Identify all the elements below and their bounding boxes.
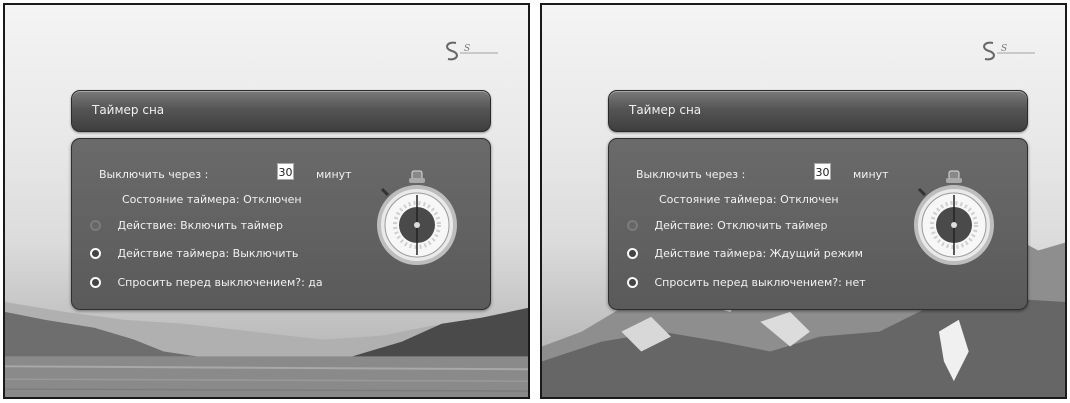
time-unit: минут: [316, 168, 352, 181]
radio-icon: [90, 276, 101, 288]
option-ask-before-shutdown[interactable]: Спросить перед выключением?: нет: [627, 276, 866, 289]
radio-icon: [627, 219, 638, 231]
screen-right: S Таймер сна Выключить через : 30 минут …: [540, 3, 1067, 399]
header-title: Таймер сна: [92, 103, 165, 117]
option-label: Спросить перед выключением?: нет: [654, 276, 866, 289]
option-label: Действие: Включить таймер: [117, 219, 283, 232]
option-label: Действие: Отключить таймер: [654, 219, 828, 232]
header-bar: Таймер сна: [608, 90, 1028, 132]
time-unit: минут: [853, 168, 889, 181]
option-label: Действие таймера: Ждущий режим: [654, 247, 863, 260]
s-logo: S: [446, 41, 498, 61]
state-label: Состояние таймера:: [659, 193, 777, 206]
screen-left: S Таймер сна Выключить через : 30 минут …: [3, 3, 530, 399]
time-input[interactable]: 30: [277, 163, 294, 180]
settings-panel: Выключить через : 30 минут Состояние тай…: [71, 138, 491, 310]
state-value: Отключен: [780, 193, 839, 206]
header-title: Таймер сна: [629, 103, 702, 117]
svg-text:S: S: [464, 44, 470, 54]
svg-text:S: S: [1001, 44, 1007, 54]
radio-icon: [627, 276, 638, 288]
stopwatch-icon: [914, 170, 994, 265]
time-label: Выключить через :: [636, 168, 746, 181]
state-value: Отключен: [243, 193, 302, 206]
option-label: Спросить перед выключением?: да: [117, 276, 323, 289]
state-row: Состояние таймера: Отключен: [122, 193, 302, 206]
state-label: Состояние таймера:: [122, 193, 240, 206]
s-logo: S: [983, 41, 1035, 61]
option-timer-action[interactable]: Действие таймера: Выключить: [90, 247, 298, 260]
settings-panel: Выключить через : 30 минут Состояние тай…: [608, 138, 1028, 310]
option-action[interactable]: Действие: Включить таймер: [90, 219, 283, 232]
stopwatch-icon: [377, 170, 457, 265]
header-bar: Таймер сна: [71, 90, 491, 132]
radio-icon: [90, 219, 101, 231]
time-input[interactable]: 30: [814, 163, 831, 180]
option-ask-before-shutdown[interactable]: Спросить перед выключением?: да: [90, 276, 323, 289]
radio-icon: [90, 247, 101, 259]
option-action[interactable]: Действие: Отключить таймер: [627, 219, 827, 232]
option-timer-action[interactable]: Действие таймера: Ждущий режим: [627, 247, 863, 260]
time-label: Выключить через :: [99, 168, 209, 181]
radio-icon: [627, 247, 638, 259]
option-label: Действие таймера: Выключить: [117, 247, 299, 260]
state-row: Состояние таймера: Отключен: [659, 193, 839, 206]
